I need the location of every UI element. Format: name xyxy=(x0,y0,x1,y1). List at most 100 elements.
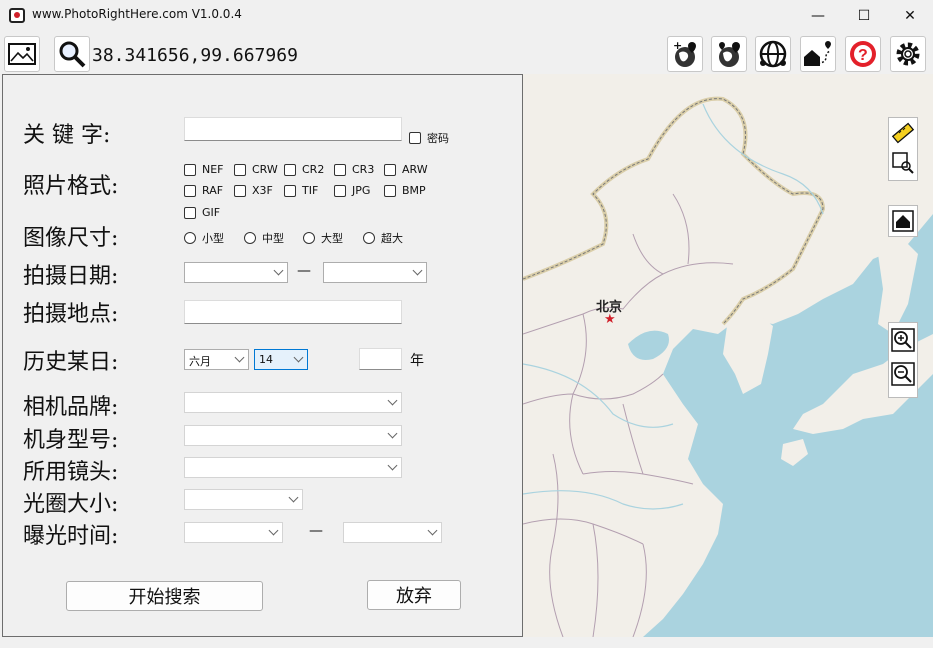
size-radio-circle[interactable] xyxy=(303,232,315,244)
size-option-label: 大型 xyxy=(321,232,343,245)
size-radio-circle[interactable] xyxy=(363,232,375,244)
format-checkbox[interactable]: CR2 xyxy=(284,163,324,176)
format-checkbox-box[interactable] xyxy=(334,163,346,176)
format-option-label: BMP xyxy=(402,184,426,197)
zoom-out-icon[interactable] xyxy=(889,357,917,391)
keyword-input[interactable] xyxy=(184,117,402,141)
password-checkbox[interactable]: 密码 xyxy=(409,130,449,146)
search-icon[interactable] xyxy=(54,36,90,72)
globe-add-icon[interactable]: + xyxy=(667,36,703,72)
year-unit-label: 年 xyxy=(410,353,424,369)
map-tool-group-top xyxy=(888,117,918,181)
format-checkbox[interactable]: X3F xyxy=(234,184,273,197)
format-option-label: TIF xyxy=(302,184,319,197)
format-checkbox-box[interactable] xyxy=(234,163,246,176)
format-checkbox-box[interactable] xyxy=(334,184,346,197)
format-checkbox[interactable]: ARW xyxy=(384,163,428,176)
chevron-down-icon xyxy=(268,525,279,536)
format-checkbox[interactable]: JPG xyxy=(334,184,370,197)
history-label: 历史某日: xyxy=(23,350,119,375)
format-checkbox-box[interactable] xyxy=(184,163,196,176)
size-radio[interactable]: 大型 xyxy=(303,230,343,246)
format-checkbox[interactable]: CRW xyxy=(234,163,278,176)
format-checkbox-box[interactable] xyxy=(384,163,396,176)
cancel-button[interactable]: 放弃 xyxy=(367,580,461,610)
chevron-down-icon xyxy=(273,265,284,276)
brand-select[interactable] xyxy=(184,392,402,413)
lens-label: 所用镜头: xyxy=(23,460,119,485)
format-checkbox-box[interactable] xyxy=(284,163,296,176)
history-day-select[interactable]: 14 xyxy=(254,349,308,370)
format-checkbox[interactable]: RAF xyxy=(184,184,223,197)
maximize-button[interactable]: ☐ xyxy=(841,0,887,32)
map-view[interactable] xyxy=(523,74,933,637)
title-bar: www.PhotoRightHere.com V1.0.0.4 — ☐ ✕ xyxy=(0,0,933,32)
format-option-label: NEF xyxy=(202,163,224,176)
svg-text:+: + xyxy=(673,39,682,52)
format-checkbox[interactable]: GIF xyxy=(184,206,220,219)
password-checkbox-box[interactable] xyxy=(409,132,421,144)
format-option-label: X3F xyxy=(252,184,273,197)
window-title: www.PhotoRightHere.com V1.0.0.4 xyxy=(32,7,242,21)
format-checkbox[interactable]: TIF xyxy=(284,184,318,197)
format-checkbox[interactable]: NEF xyxy=(184,163,224,176)
password-label: 密码 xyxy=(427,132,449,145)
date-from-picker[interactable] xyxy=(184,262,288,283)
format-option-label: CR2 xyxy=(302,163,325,176)
format-checkbox[interactable]: BMP xyxy=(384,184,426,197)
aperture-label: 光圈大小: xyxy=(23,492,119,517)
format-option-label: CRW xyxy=(252,163,278,176)
format-option-label: ARW xyxy=(402,163,428,176)
home-icon[interactable] xyxy=(889,206,917,236)
help-icon[interactable]: ? xyxy=(845,36,881,72)
exposure-label: 曝光时间: xyxy=(23,524,119,549)
format-checkbox-box[interactable] xyxy=(184,184,196,197)
exposure-to-select[interactable] xyxy=(343,522,442,543)
location-input[interactable] xyxy=(184,300,402,324)
minimize-button[interactable]: — xyxy=(795,0,841,32)
size-option-label: 小型 xyxy=(202,232,224,245)
capital-marker: ★ xyxy=(604,312,616,327)
history-month-select[interactable]: 六月 xyxy=(184,349,249,370)
format-checkbox-box[interactable] xyxy=(184,206,196,219)
map-canvas xyxy=(523,74,933,637)
network-globe-icon[interactable] xyxy=(755,36,791,72)
size-radio-circle[interactable] xyxy=(244,232,256,244)
coordinates-readout: 38.341656,99.667969 xyxy=(92,45,298,66)
exposure-from-select[interactable] xyxy=(184,522,283,543)
lens-select[interactable] xyxy=(184,457,402,478)
zoom-region-icon[interactable] xyxy=(889,148,917,178)
size-radio[interactable]: 小型 xyxy=(184,230,224,246)
toolbar: 38.341656,99.667969 + ? xyxy=(0,32,933,74)
format-checkbox-box[interactable] xyxy=(284,184,296,197)
format-option-label: CR3 xyxy=(352,163,375,176)
size-radio-circle[interactable] xyxy=(184,232,196,244)
format-option-label: RAF xyxy=(202,184,224,197)
size-radio[interactable]: 超大 xyxy=(363,230,403,246)
image-icon[interactable] xyxy=(4,36,40,72)
close-button[interactable]: ✕ xyxy=(887,0,933,32)
app-camera-icon xyxy=(9,8,25,23)
location-label: 拍摄地点: xyxy=(23,302,119,327)
globe-pins-icon[interactable] xyxy=(711,36,747,72)
zoom-in-icon[interactable] xyxy=(889,323,917,357)
history-year-input[interactable] xyxy=(359,348,402,370)
size-radio[interactable]: 中型 xyxy=(244,230,284,246)
start-search-button[interactable]: 开始搜索 xyxy=(66,581,263,611)
model-select[interactable] xyxy=(184,425,402,446)
search-panel: 关 键 字: 密码 照片格式: NEF CRW CR2 CR3 ARW RAF … xyxy=(2,74,523,637)
format-checkbox[interactable]: CR3 xyxy=(334,163,374,176)
ruler-icon[interactable] xyxy=(889,118,917,148)
size-option-label: 中型 xyxy=(262,232,284,245)
format-option-label: GIF xyxy=(202,206,221,219)
home-route-icon[interactable] xyxy=(800,36,836,72)
chevron-down-icon xyxy=(412,265,423,276)
aperture-select[interactable] xyxy=(184,489,303,510)
model-label: 机身型号: xyxy=(23,428,119,453)
format-checkbox-box[interactable] xyxy=(384,184,396,197)
format-checkbox-box[interactable] xyxy=(234,184,246,197)
date-label: 拍摄日期: xyxy=(23,264,119,289)
settings-icon[interactable] xyxy=(890,36,926,72)
date-to-picker[interactable] xyxy=(323,262,427,283)
exposure-separator: — xyxy=(309,523,323,539)
